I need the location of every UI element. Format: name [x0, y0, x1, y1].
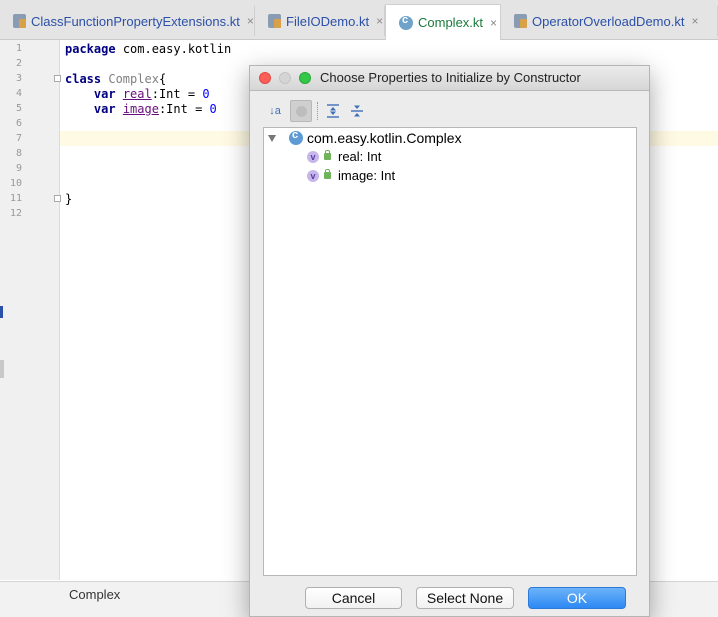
kotlin-file-icon [514, 14, 527, 28]
line-number: 5 [15, 103, 22, 114]
variable-icon: v [307, 150, 319, 163]
brace: } [65, 192, 73, 206]
keyword: var [93, 102, 116, 116]
keyword: var [93, 87, 116, 101]
tab-fileio-demo[interactable]: FileIODemo.kt × [255, 6, 385, 36]
expand-all-button[interactable] [322, 100, 344, 122]
line-number: 8 [15, 148, 22, 159]
brace: { [158, 72, 167, 86]
line-number: 10 [9, 178, 22, 189]
close-icon[interactable]: × [490, 16, 497, 30]
tree-item-real[interactable]: v real: Int [307, 149, 381, 164]
keyword: class [65, 72, 102, 86]
line-number: 1 [15, 43, 22, 54]
tab-operator-overload-demo[interactable]: OperatorOverloadDemo.kt × [501, 6, 718, 36]
dialog-title: Choose Properties to Initialize by Const… [320, 70, 581, 85]
zoom-window-button[interactable] [299, 72, 311, 84]
property-name: real [122, 87, 152, 101]
variable-icon: v [307, 169, 319, 182]
code-line-3[interactable]: class Complex{ [65, 72, 166, 86]
tab-label: OperatorOverloadDemo.kt [532, 13, 685, 29]
line-number: 6 [15, 118, 22, 129]
fold-marker[interactable] [54, 195, 61, 202]
fold-marker[interactable] [54, 75, 61, 82]
line-number: 7 [15, 133, 22, 144]
line-number: 9 [15, 163, 22, 174]
expand-triangle-icon[interactable] [268, 134, 276, 142]
dialog-title-bar[interactable]: Choose Properties to Initialize by Const… [250, 66, 649, 91]
type-annotation: :Int = [151, 87, 203, 101]
kotlin-file-icon [13, 14, 26, 28]
editor-tab-bar: ClassFunctionPropertyExtensions.kt × Fil… [0, 0, 718, 40]
code-line-5[interactable]: var image:Int = 0 [65, 102, 217, 116]
show-fields-toggle[interactable] [290, 100, 312, 122]
breadcrumb[interactable]: Complex [69, 587, 120, 602]
close-window-button[interactable] [259, 72, 271, 84]
tree-root-node[interactable]: com.easy.kotlin.Complex [268, 129, 462, 146]
line-number: 4 [15, 88, 22, 99]
property-name: image [122, 102, 159, 116]
keyword: package [65, 42, 116, 56]
visibility-icon [324, 150, 331, 160]
type-annotation: :Int = [158, 102, 210, 116]
line-number: 3 [15, 73, 22, 84]
kotlin-class-icon [399, 14, 413, 30]
expand-all-icon [327, 104, 339, 118]
package-name: com.easy.kotlin [122, 42, 232, 56]
close-icon[interactable]: × [691, 14, 698, 28]
left-edge-scroll-marker [0, 360, 4, 378]
kotlin-file-icon [268, 14, 281, 28]
cancel-button[interactable]: Cancel [305, 587, 402, 609]
select-none-button[interactable]: Select None [416, 587, 514, 609]
collapse-all-icon [351, 105, 363, 117]
toolbar-separator [317, 102, 319, 120]
tab-complex[interactable]: Complex.kt × [385, 4, 501, 40]
tab-class-function-property-extensions[interactable]: ClassFunctionPropertyExtensions.kt × [0, 6, 255, 36]
line-number: 12 [9, 208, 22, 219]
minimize-window-button[interactable] [279, 72, 291, 84]
code-line-11[interactable]: } [65, 192, 72, 206]
line-number: 2 [15, 58, 22, 69]
sort-alphabetically-button[interactable]: ↓a [264, 100, 286, 122]
line-number-gutter: 1 2 3 4 5 6 7 8 9 10 11 12 [0, 40, 61, 580]
close-icon[interactable]: × [376, 14, 383, 28]
visibility-icon [324, 169, 331, 179]
code-line-1[interactable]: package com.easy.kotlin [65, 42, 231, 56]
collapse-all-button[interactable] [346, 100, 368, 122]
tree-item-image[interactable]: v image: Int [307, 168, 395, 183]
class-name: Complex [108, 72, 159, 86]
tab-label: FileIODemo.kt [286, 13, 370, 29]
sort-alpha-icon: ↓a [269, 105, 281, 117]
property-tree[interactable]: com.easy.kotlin.Complex v real: Int v im… [263, 127, 637, 576]
left-edge-marker [0, 306, 3, 318]
close-icon[interactable]: × [247, 14, 254, 28]
tab-label: ClassFunctionPropertyExtensions.kt [31, 13, 240, 29]
tree-item-label: real: Int [338, 149, 382, 164]
field-filter-icon [295, 106, 307, 117]
line-number: 11 [9, 193, 22, 204]
number-literal: 0 [202, 87, 210, 101]
kotlin-class-icon [289, 129, 303, 145]
ok-button[interactable]: OK [528, 587, 626, 609]
tree-root-label: com.easy.kotlin.Complex [307, 130, 462, 146]
tree-item-label: image: Int [338, 168, 396, 183]
choose-properties-dialog: Choose Properties to Initialize by Const… [249, 65, 650, 617]
tab-label: Complex.kt [418, 15, 484, 30]
code-line-4[interactable]: var real:Int = 0 [65, 87, 210, 101]
number-literal: 0 [209, 102, 217, 116]
